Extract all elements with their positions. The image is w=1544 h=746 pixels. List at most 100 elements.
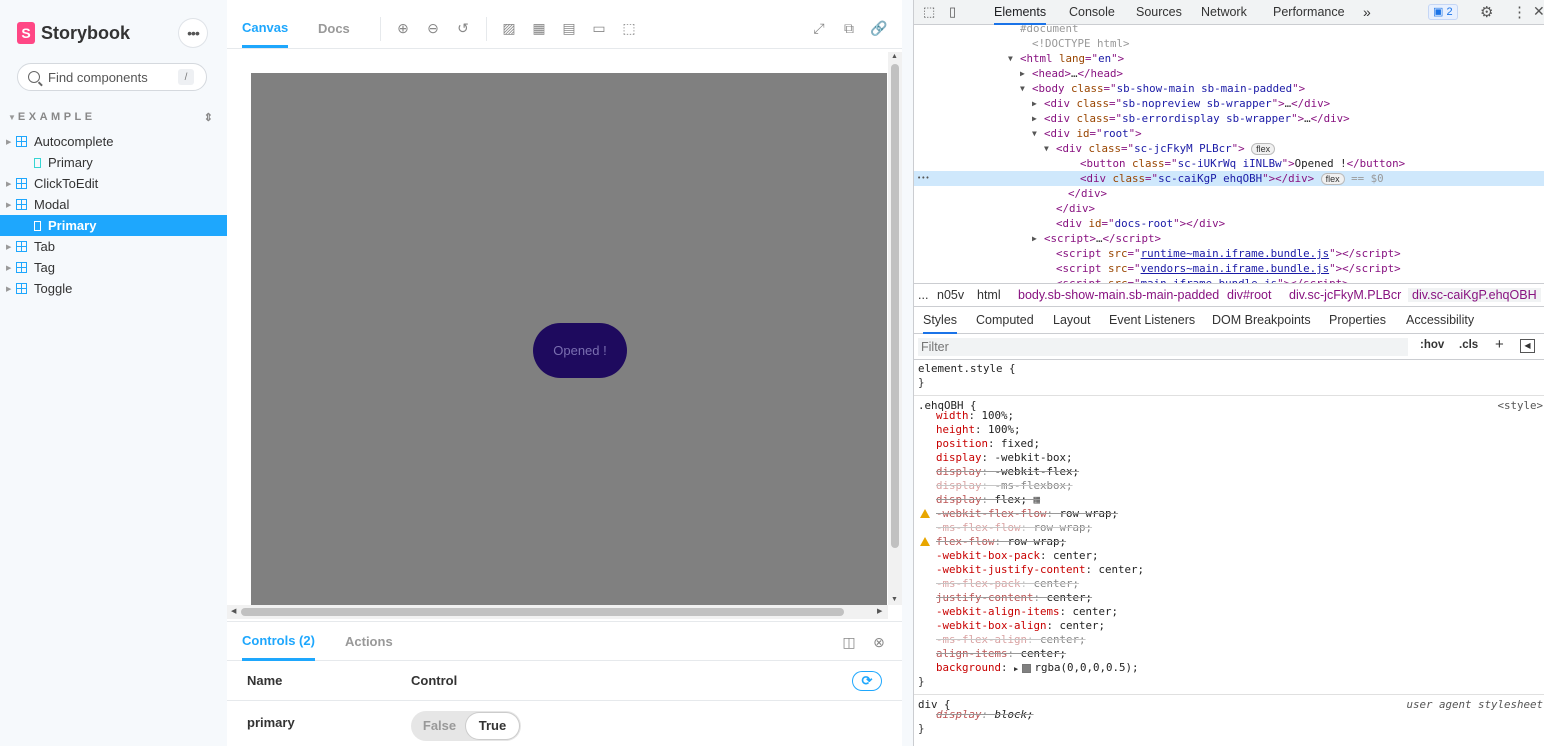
css-property[interactable]: background: ▶ rgba(0,0,0,0.5); (914, 661, 1544, 675)
breadcrumb-item[interactable]: div.sc-jcFkyM.PLBcr (1289, 288, 1401, 302)
css-property[interactable]: -ms-flex-align: center; (914, 633, 1544, 647)
collapsed-arrow-icon[interactable]: ▶ (1032, 231, 1037, 246)
zoom-reset-icon[interactable]: ↺ (455, 20, 471, 36)
vertical-scrollbar[interactable]: ▲ ▼ (888, 52, 902, 605)
dom-node[interactable]: <div class="sc-caiKgP ehqOBH"></div> fle… (914, 171, 1544, 186)
expanded-arrow-icon[interactable]: ▼ (1020, 81, 1025, 96)
breadcrumb-item[interactable]: n05v (937, 288, 964, 302)
dom-node[interactable]: ▼ <body class="sb-show-main sb-main-padde… (914, 81, 1544, 96)
preview-canvas[interactable]: Opened ! (251, 73, 887, 605)
css-property[interactable]: -ms-flex-flow: row wrap; (914, 521, 1544, 535)
search-box[interactable]: / (17, 63, 207, 91)
tab-sources[interactable]: Sources (1136, 0, 1182, 25)
chevron-right-icon[interactable]: ▶ (6, 264, 14, 272)
sidebar-menu-button[interactable]: ••• (179, 19, 207, 47)
section-example[interactable]: ▼ EXAMPLE ⇕ (8, 111, 213, 124)
settings-gear-icon[interactable]: ⚙ (1480, 3, 1493, 21)
chevron-right-icon[interactable]: ▶ (6, 138, 14, 146)
toggle-sidebar-icon[interactable]: ◀ (1520, 339, 1535, 353)
tab-docs[interactable]: Docs (318, 9, 350, 48)
scroll-thumb[interactable] (241, 608, 844, 616)
css-property[interactable]: -webkit-box-align: center; (914, 619, 1544, 633)
dom-node[interactable]: ▶ <head>…</head> (914, 66, 1544, 81)
horizontal-scrollbar[interactable]: ◀ ▶ (227, 605, 888, 619)
css-property[interactable]: height: 100%; (914, 423, 1544, 437)
sidebar-item-clicktoedit[interactable]: ▶ ClickToEdit (0, 173, 227, 194)
dom-node[interactable]: </div> (914, 186, 1544, 201)
dom-node[interactable]: ▼ <html lang="en"> (914, 51, 1544, 66)
dom-node[interactable]: </div> (914, 201, 1544, 216)
collapsed-arrow-icon[interactable]: ▶ (1032, 96, 1037, 111)
styles-pane[interactable]: element.style {} .ehqOBH {<style> width: 1… (914, 360, 1544, 746)
breadcrumb-item[interactable]: div#root (1227, 288, 1271, 302)
chevron-right-icon[interactable]: ▶ (6, 243, 14, 251)
dom-node[interactable]: <script src="main.iframe.bundle.js"></sc… (914, 276, 1544, 283)
sidebar-item-tag[interactable]: ▶ Tag (0, 257, 227, 278)
outline-icon[interactable]: ⬚ (621, 20, 637, 36)
close-icon[interactable]: ⊗ (871, 634, 887, 650)
collapsed-arrow-icon[interactable]: ▶ (1032, 111, 1037, 126)
css-property[interactable]: -ms-flex-pack: center; (914, 577, 1544, 591)
styles-filter-input[interactable] (918, 338, 1408, 356)
kebab-menu-icon[interactable]: ⋮ (1512, 3, 1527, 21)
breadcrumb-item[interactable]: div.sc-caiKgP.ehqOBH (1408, 288, 1541, 302)
more-tabs-icon[interactable]: » (1363, 0, 1371, 25)
viewport-icon[interactable]: ▤ (561, 20, 577, 36)
subtab-computed[interactable]: Computed (976, 307, 1034, 334)
scroll-thumb[interactable] (891, 64, 899, 548)
css-property[interactable]: -webkit-justify-content: center; (914, 563, 1544, 577)
tab-canvas[interactable]: Canvas (242, 9, 289, 48)
dom-node[interactable]: ▶ <div class="sb-errordisplay sb-wrapper"… (914, 111, 1544, 126)
dom-tree[interactable]: #document <!DOCTYPE html> ▼ <html lang="en"… (914, 25, 1544, 283)
toggle-false[interactable]: False (413, 713, 466, 739)
sidebar-story-primary[interactable]: Primary (0, 215, 227, 236)
subtab-dom-breakpoints[interactable]: DOM Breakpoints (1212, 307, 1311, 334)
css-selector[interactable]: div {user agent stylesheet (914, 694, 1544, 711)
node-actions-icon[interactable]: ••• (917, 171, 930, 186)
measure-icon[interactable]: ▭ (591, 20, 607, 36)
zoom-in-icon[interactable]: ⊕ (395, 20, 411, 36)
tab-network[interactable]: Network (1201, 0, 1247, 25)
dom-node[interactable]: <button class="sc-iUKrWq iINLBw">Opened … (914, 156, 1544, 171)
breadcrumb-item[interactable]: html (977, 288, 1001, 302)
collapsed-arrow-icon[interactable]: ▶ (1020, 66, 1025, 81)
breadcrumb-overflow[interactable]: ... (918, 288, 928, 302)
css-property[interactable]: -webkit-flex-flow: row wrap; (914, 507, 1544, 521)
color-swatch[interactable] (1022, 663, 1032, 673)
expanded-arrow-icon[interactable]: ▼ (1032, 126, 1037, 141)
css-property[interactable]: display: flex; ▦ (914, 493, 1544, 507)
css-property[interactable]: display: -webkit-box; (914, 451, 1544, 465)
subtab-layout[interactable]: Layout (1053, 307, 1091, 334)
dom-node[interactable]: <script src="runtime~main.iframe.bundle.… (914, 246, 1544, 261)
css-property[interactable]: align-items: center; (914, 647, 1544, 661)
css-property[interactable]: -webkit-align-items: center; (914, 605, 1544, 619)
dom-node[interactable]: <div id="docs-root"></div> (914, 216, 1544, 231)
css-property[interactable]: justify-content: center; (914, 591, 1544, 605)
scroll-up-icon[interactable]: ▲ (891, 53, 898, 60)
panel-splitter[interactable] (902, 0, 913, 746)
sidebar-story-primary[interactable]: Primary (0, 152, 227, 173)
css-property[interactable]: -webkit-box-pack: center; (914, 549, 1544, 563)
scroll-left-icon[interactable]: ◀ (231, 607, 236, 615)
tab-elements[interactable]: Elements (994, 0, 1047, 25)
tab-performance[interactable]: Performance (1273, 0, 1345, 25)
css-property[interactable]: display: -ms-flexbox; (914, 479, 1544, 493)
device-toolbar-icon[interactable]: ▯ (949, 4, 956, 20)
inspect-element-icon[interactable]: ⬚ (923, 4, 935, 20)
css-property[interactable]: width: 100%; (914, 409, 1544, 423)
zoom-out-icon[interactable]: ⊖ (425, 20, 441, 36)
css-selector[interactable]: .ehqOBH {<style> (914, 395, 1544, 412)
fullscreen-icon[interactable]: ⤢ (811, 20, 827, 36)
subtab-properties[interactable]: Properties (1329, 307, 1386, 334)
dom-node[interactable]: ▶ <script>…</script> (914, 231, 1544, 246)
scroll-right-icon[interactable]: ▶ (877, 607, 882, 615)
add-rule-icon[interactable]: + (1495, 336, 1504, 353)
css-property[interactable]: flex-flow: row wrap; (914, 535, 1544, 549)
sidebar-item-modal[interactable]: ▶ Modal (0, 194, 227, 215)
reset-controls-button[interactable]: ⟳ (852, 671, 882, 691)
dom-node[interactable]: ▼ <div class="sc-jcFkyM PLBcr"> flex (914, 141, 1544, 156)
chevron-right-icon[interactable]: ▶ (6, 201, 14, 209)
expanded-arrow-icon[interactable]: ▼ (1044, 141, 1049, 156)
issues-badge[interactable]: ▣ 2 (1428, 4, 1458, 20)
sidebar-item-tab[interactable]: ▶ Tab (0, 236, 227, 257)
